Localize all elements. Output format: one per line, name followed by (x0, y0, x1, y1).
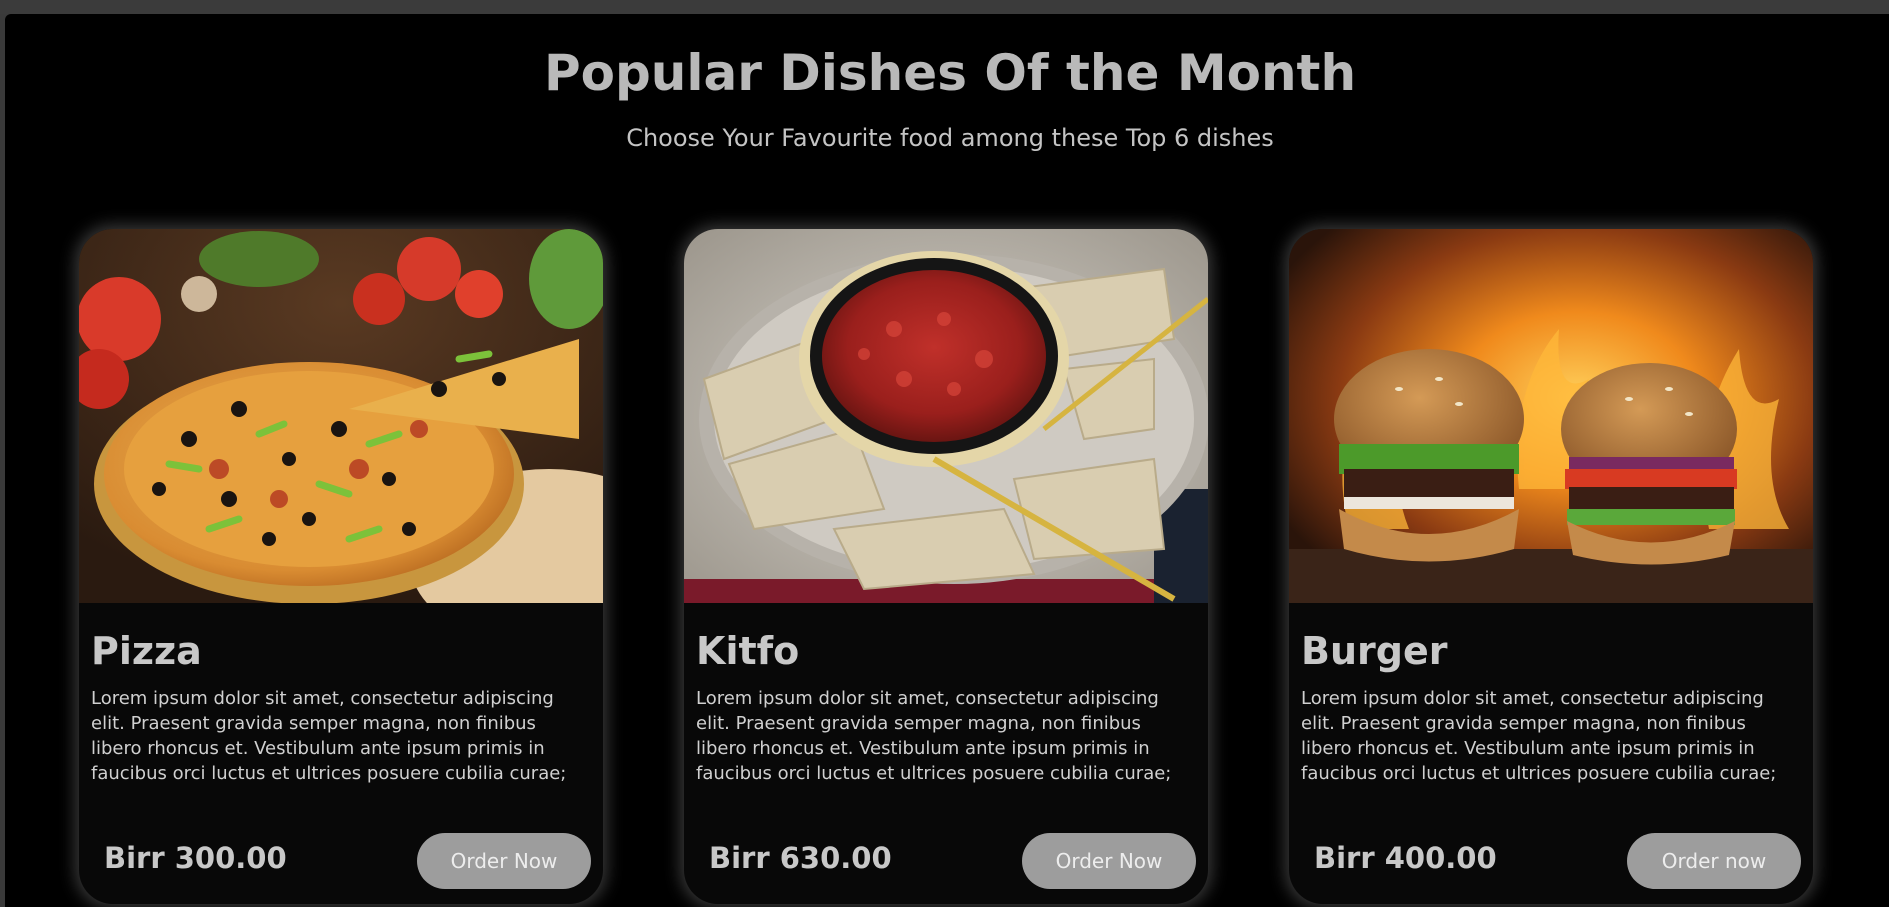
dish-card-burger: Burger Lorem ipsum dolor sit amet, conse… (1289, 229, 1813, 904)
order-button-burger[interactable]: Order now (1627, 833, 1801, 889)
section-title: Popular Dishes Of the Month (543, 44, 1357, 102)
order-button-kitfo[interactable]: Order Now (1022, 833, 1196, 889)
dish-description: Lorem ipsum dolor sit amet, consectetur … (696, 688, 1172, 784)
dish-description: Lorem ipsum dolor sit amet, consectetur … (91, 688, 567, 784)
order-button-pizza[interactable]: Order Now (417, 833, 591, 889)
dish-card-pizza: Pizza Lorem ipsum dolor sit amet, consec… (79, 229, 603, 904)
dish-name: Pizza (91, 629, 202, 673)
page: Popular Dishes Of the Month Choose Your … (5, 14, 1889, 907)
dish-name: Kitfo (696, 629, 800, 673)
section-subtitle: Choose Your Favourite food among these T… (626, 124, 1274, 152)
dish-price: Birr 400.00 (1314, 841, 1497, 875)
dish-price: Birr 300.00 (104, 841, 287, 875)
dish-card-kitfo: Kitfo Lorem ipsum dolor sit amet, consec… (684, 229, 1208, 904)
kitfo-image (684, 229, 1208, 603)
pizza-image (79, 229, 603, 603)
dish-price: Birr 630.00 (709, 841, 892, 875)
burger-image (1289, 229, 1813, 603)
burger-photo-icon (1289, 229, 1813, 603)
dish-description: Lorem ipsum dolor sit amet, consectetur … (1301, 688, 1777, 784)
kitfo-photo-icon (684, 229, 1208, 603)
browser-chrome-strip (0, 0, 1889, 14)
dish-name: Burger (1301, 629, 1448, 673)
pizza-photo-icon (79, 229, 603, 603)
